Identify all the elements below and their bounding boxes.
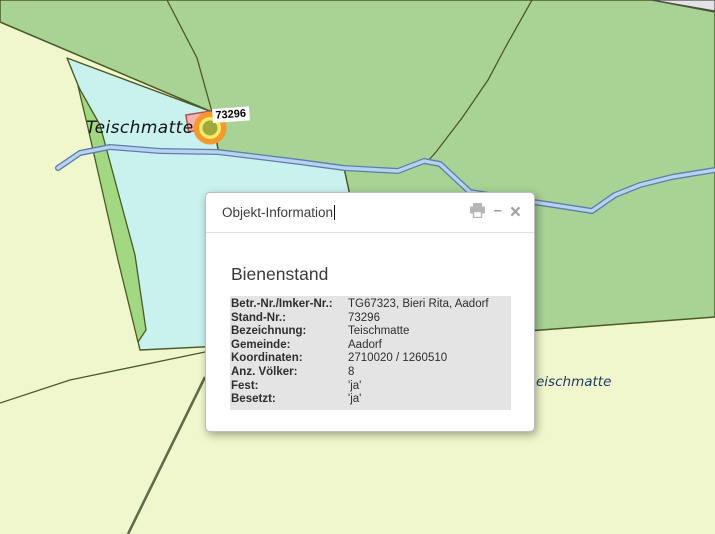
row-label: Stand-Nr.:	[231, 312, 348, 326]
row-value: Aadorf	[348, 339, 382, 353]
popup-header[interactable]: Objekt-Information – ×	[206, 193, 534, 233]
row-label: Bezeichnung:	[231, 325, 348, 339]
map-viewport[interactable]: Teischmatte 73296 eischmatte Objekt-Info…	[0, 0, 715, 534]
table-row: Bezeichnung: Teischmatte	[231, 325, 511, 339]
row-label: Betr.-Nr./Imker-Nr.:	[231, 298, 348, 312]
table-row: Stand-Nr.: 73296	[231, 312, 511, 326]
popup-body: Bienenstand Betr.-Nr./Imker-Nr.: TG67323…	[206, 233, 534, 410]
row-value: Teischmatte	[348, 325, 409, 339]
popup-header-icons: – ×	[469, 203, 521, 222]
row-label: Besetzt:	[231, 393, 348, 407]
map-label-teischmatte: Teischmatte	[86, 118, 194, 138]
minimize-icon[interactable]: –	[494, 203, 502, 218]
row-label: Koordinaten:	[231, 352, 348, 366]
row-label: Gemeinde:	[231, 339, 348, 353]
popup-title-input[interactable]: Objekt-Information	[222, 205, 333, 220]
row-value: TG67323, Bieri Rita, Aadorf	[348, 298, 489, 312]
table-row: Betr.-Nr./Imker-Nr.: TG67323, Bieri Rita…	[231, 298, 511, 312]
table-row: Gemeinde: Aadorf	[231, 339, 511, 353]
attribute-table: Betr.-Nr./Imker-Nr.: TG67323, Bieri Rita…	[230, 296, 511, 410]
close-icon[interactable]: ×	[510, 203, 521, 222]
popup-heading: Bienenstand	[231, 264, 510, 285]
row-value: 73296	[348, 312, 380, 326]
map-label-marker-id: 73296	[212, 106, 249, 123]
map-label-teischmatte-right: eischmatte	[536, 374, 611, 390]
table-row: Anz. Völker: 8	[231, 366, 511, 380]
table-row: Besetzt: 'ja'	[231, 393, 511, 407]
row-value: 'ja'	[348, 380, 361, 394]
object-info-popup: Objekt-Information – × Bienenstand Betr.…	[205, 192, 535, 432]
row-value: 'ja'	[348, 393, 361, 407]
print-icon[interactable]	[469, 203, 486, 222]
table-row: Fest: 'ja'	[231, 380, 511, 394]
row-value: 8	[348, 366, 354, 380]
row-value: 2710020 / 1260510	[348, 352, 447, 366]
row-label: Anz. Völker:	[231, 366, 348, 380]
text-cursor	[334, 205, 335, 220]
row-label: Fest:	[231, 380, 348, 394]
table-row: Koordinaten: 2710020 / 1260510	[231, 352, 511, 366]
